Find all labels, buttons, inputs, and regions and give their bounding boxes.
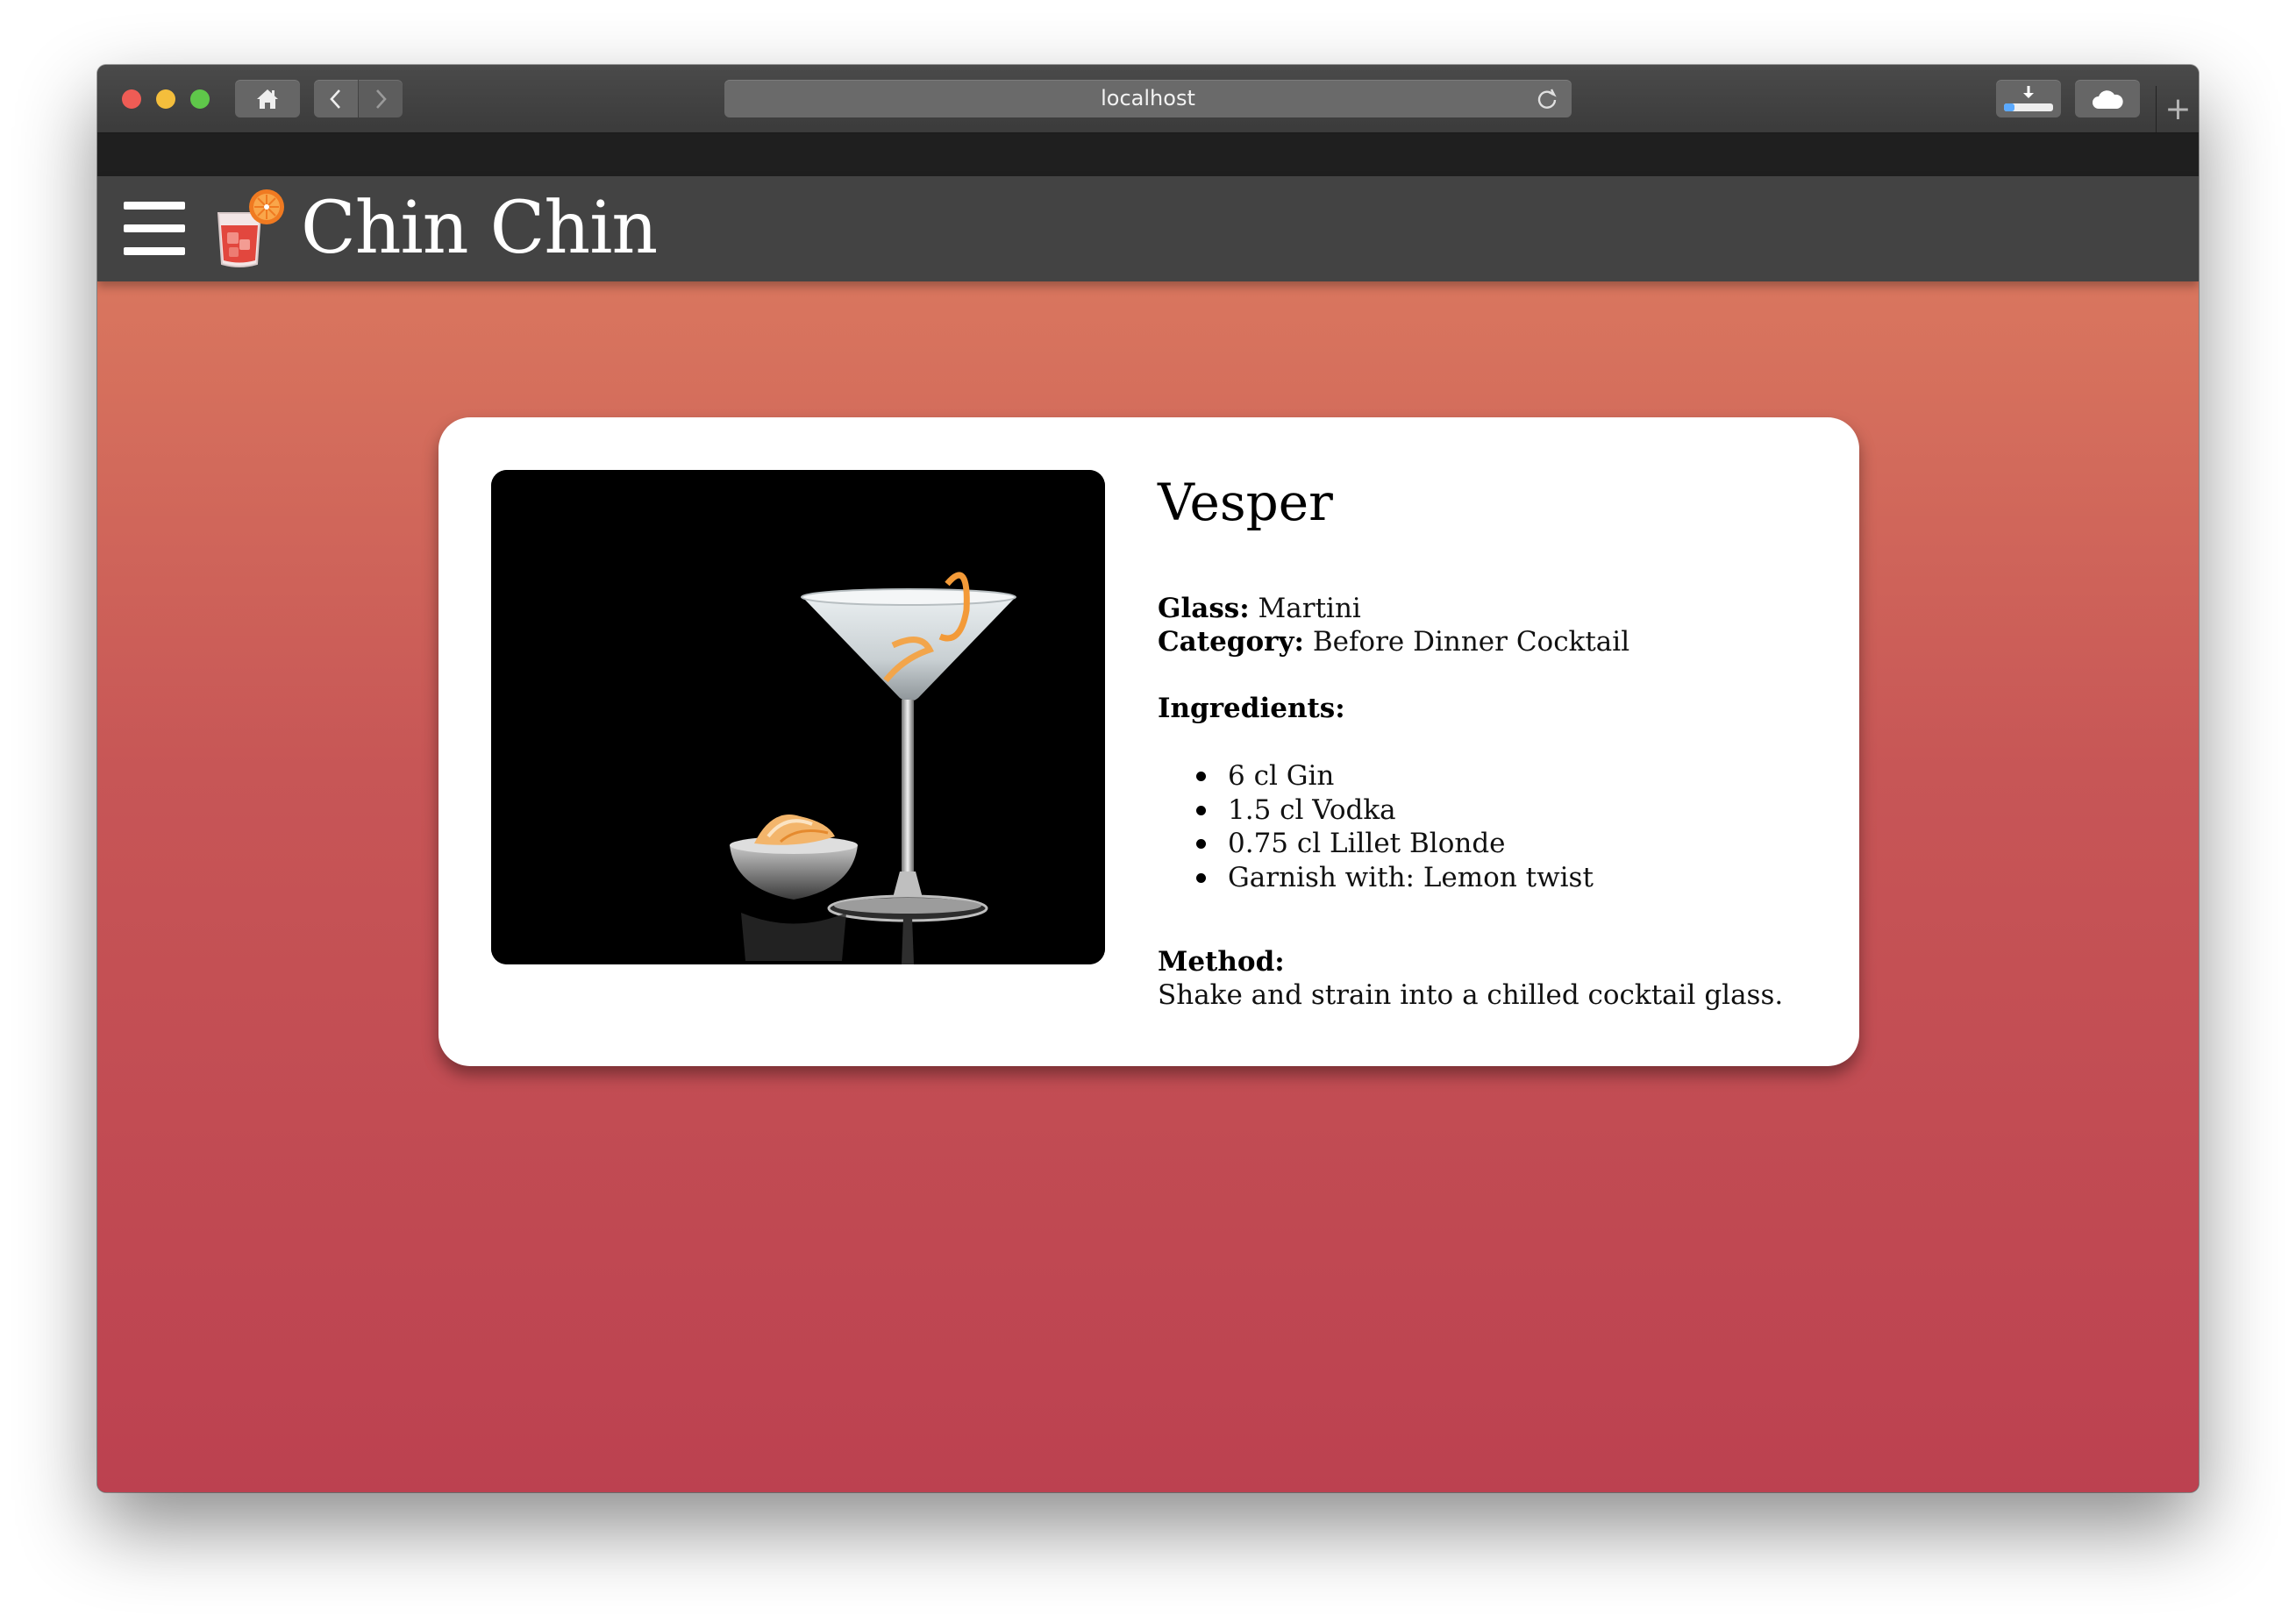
category-row: Category: Before Dinner Cocktail — [1158, 625, 1629, 658]
list-item: 0.75 cl Lillet Blonde — [1158, 827, 1594, 861]
download-icon — [2004, 85, 2053, 111]
minimize-window-button[interactable] — [156, 89, 175, 109]
ingredients-heading: Ingredients: — [1158, 693, 1345, 724]
reload-icon[interactable] — [1535, 87, 1559, 111]
home-button[interactable] — [235, 80, 300, 117]
app-header: Chin Chin — [97, 176, 2199, 281]
method-text: Shake and strain into a chilled cocktail… — [1158, 979, 1784, 1011]
glass-row: Glass: Martini — [1158, 592, 1361, 625]
downloads-button[interactable] — [1996, 80, 2061, 117]
icloud-tabs-button[interactable] — [2075, 80, 2140, 117]
app-title: Chin Chin — [301, 187, 658, 270]
tab-strip — [97, 133, 2199, 176]
glass-label: Glass: — [1158, 593, 1250, 624]
cocktail-photo — [491, 470, 1105, 964]
method-heading: Method: — [1158, 946, 1285, 978]
list-item: Garnish with: Lemon twist — [1158, 861, 1594, 895]
cloud-icon — [2093, 89, 2123, 109]
cocktail-glass-icon — [217, 189, 284, 267]
forward-button[interactable] — [359, 80, 403, 117]
maximize-window-button[interactable] — [190, 89, 210, 109]
new-tab-button[interactable]: + — [2156, 86, 2199, 132]
browser-window: localhost + Chin Chin Vesper Glass: Mart… — [97, 65, 2199, 1492]
glass-value: Martini — [1258, 593, 1361, 624]
drink-name: Vesper — [1158, 473, 1333, 532]
browser-toolbar: localhost + — [97, 65, 2199, 133]
list-item: 6 cl Gin — [1158, 759, 1594, 793]
address-bar[interactable]: localhost — [724, 80, 1572, 117]
home-icon — [257, 89, 278, 109]
back-button[interactable] — [314, 80, 358, 117]
category-label: Category: — [1158, 626, 1304, 658]
cocktail-card: Vesper Glass: Martini Category: Before D… — [439, 417, 1859, 1066]
category-value: Before Dinner Cocktail — [1312, 626, 1630, 658]
close-window-button[interactable] — [122, 89, 141, 109]
page-content: Chin Chin Vesper Glass: Martini Category… — [97, 176, 2199, 1492]
ingredients-list: 6 cl Gin 1.5 cl Vodka 0.75 cl Lillet Blo… — [1158, 759, 1594, 894]
chevron-left-icon — [330, 89, 340, 109]
chevron-right-icon — [376, 89, 387, 109]
list-item: 1.5 cl Vodka — [1158, 793, 1594, 828]
martini-glass-image — [491, 470, 1105, 964]
url-text: localhost — [1101, 86, 1195, 110]
hamburger-menu-icon[interactable] — [124, 202, 185, 256]
